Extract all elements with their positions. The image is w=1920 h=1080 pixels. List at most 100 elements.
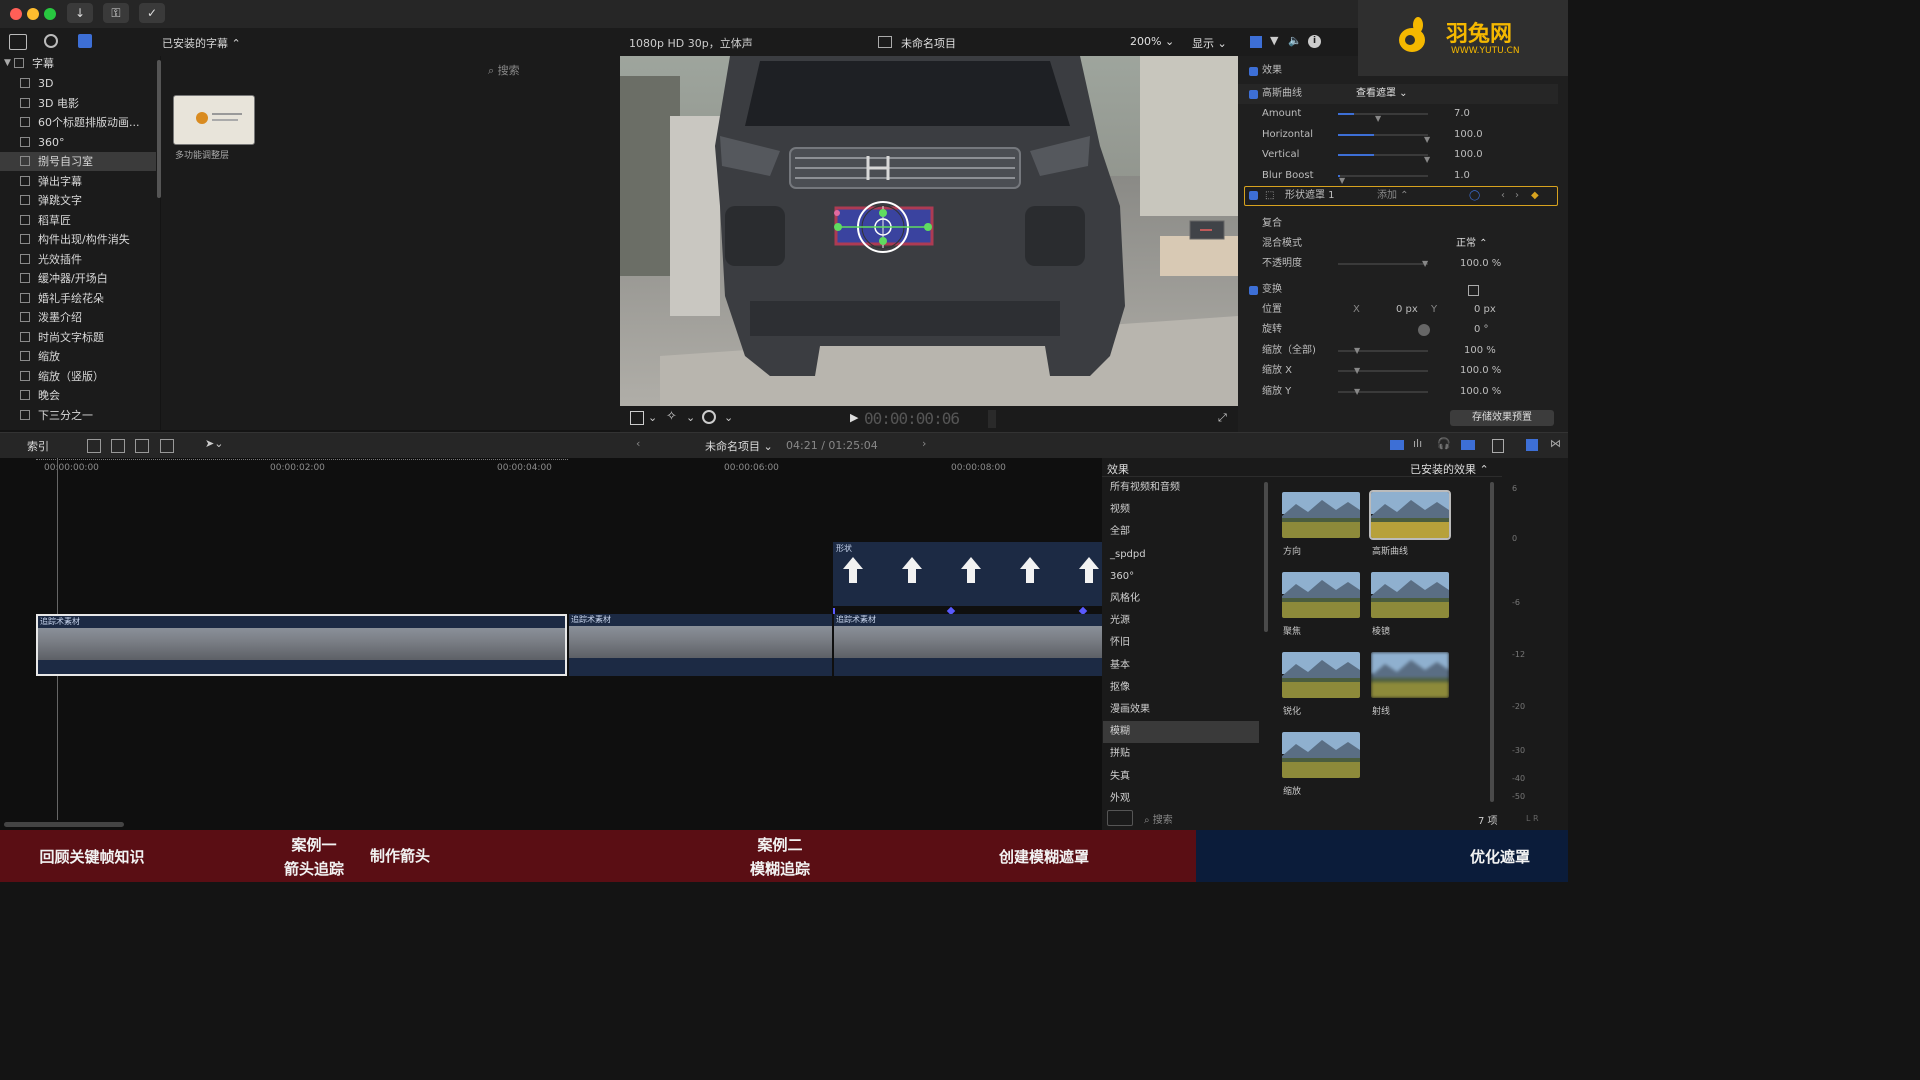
sidebar-item[interactable]: 弹出字幕: [0, 172, 156, 191]
sidebar-item[interactable]: 3D 电影: [0, 94, 156, 113]
effects-toggle-icon[interactable]: [1526, 439, 1538, 451]
effects-checkbox[interactable]: [1249, 67, 1258, 76]
opacity-slider[interactable]: [1338, 263, 1428, 265]
effects-category[interactable]: 光源: [1103, 610, 1259, 632]
append-clip-icon[interactable]: [135, 439, 149, 453]
sidebar-toggle-icon[interactable]: [1107, 810, 1133, 826]
gaussian-checkbox[interactable]: [1249, 90, 1258, 99]
param-value[interactable]: 7.0: [1454, 104, 1470, 124]
view-mask-dropdown[interactable]: 查看遮罩 ⌄: [1356, 84, 1408, 104]
param-slider[interactable]: ▼: [1338, 113, 1428, 123]
effect-thumbnail[interactable]: [1369, 490, 1451, 540]
param-value[interactable]: 1.0: [1454, 166, 1470, 186]
slider-knob-icon[interactable]: ▼: [1422, 254, 1428, 274]
sidebar-item[interactable]: 光效插件: [0, 250, 156, 269]
sidebar-item[interactable]: 360°: [0, 133, 156, 152]
param-value[interactable]: 100.0: [1454, 125, 1483, 145]
browser-search[interactable]: ⌕ 搜索: [488, 62, 520, 78]
pos-x-value[interactable]: 0 px: [1396, 300, 1418, 320]
effects-category[interactable]: 抠像: [1103, 677, 1259, 699]
mask-shape-icon[interactable]: ◯: [1469, 187, 1480, 205]
param-slider[interactable]: ▼: [1338, 154, 1430, 164]
music-photo-icon[interactable]: [44, 34, 58, 48]
scale-y-slider[interactable]: [1338, 391, 1428, 393]
param-value[interactable]: 100.0: [1454, 145, 1483, 165]
sidebar-item[interactable]: 稻草匠: [0, 211, 156, 230]
headphones-icon[interactable]: 🎧: [1437, 437, 1451, 450]
scale-x-value[interactable]: 100.0 %: [1460, 361, 1501, 381]
effects-category[interactable]: 风格化: [1103, 588, 1259, 610]
titles-generators-icon[interactable]: [78, 34, 92, 48]
sidebar-item[interactable]: 60个标题排版动画...: [0, 113, 156, 132]
timeline-scrollbar[interactable]: [4, 822, 124, 827]
chevron-down-icon[interactable]: ⌄: [686, 411, 695, 424]
snapping-icon[interactable]: [1461, 440, 1475, 450]
effects-category[interactable]: 拼贴: [1103, 743, 1259, 765]
sidebar-item[interactable]: 婚礼手绘花朵: [0, 289, 156, 308]
clapper-icon[interactable]: [9, 34, 27, 50]
effects-category[interactable]: 怀旧: [1103, 632, 1259, 654]
scale-y-value[interactable]: 100.0 %: [1460, 382, 1501, 402]
installed-titles-dropdown[interactable]: 已安装的字幕 ⌃: [162, 35, 241, 51]
key-icon[interactable]: ⚿: [103, 3, 129, 23]
slider-knob-icon[interactable]: ▼: [1354, 361, 1360, 381]
color-inspector-icon[interactable]: ▼: [1270, 34, 1278, 47]
scale-x-slider[interactable]: [1338, 370, 1428, 372]
effects-category[interactable]: _spdpd: [1103, 544, 1259, 566]
slider-knob-icon[interactable]: ▼: [1354, 341, 1360, 361]
video-inspector-icon[interactable]: [1250, 36, 1262, 48]
download-icon[interactable]: ↓: [67, 3, 93, 23]
index-button[interactable]: 索引: [27, 438, 49, 454]
rotation-value[interactable]: 0 °: [1474, 320, 1489, 340]
zoom-dropdown[interactable]: 200% ⌄: [1130, 35, 1174, 48]
sidebar-item[interactable]: 捌号自习室: [0, 152, 156, 171]
transform-overlay-icon[interactable]: [1468, 285, 1479, 296]
sidebar-item[interactable]: 缩放: [0, 347, 156, 366]
shape-mask-checkbox[interactable]: [1249, 191, 1258, 200]
effect-thumbnail[interactable]: [1282, 732, 1360, 778]
effects-browser-icon[interactable]: [1492, 439, 1504, 453]
waveform-icon[interactable]: ılı: [1413, 437, 1422, 450]
speed-icon[interactable]: [702, 410, 716, 424]
opacity-value[interactable]: 100.0 %: [1460, 254, 1501, 274]
effects-category[interactable]: 基本: [1103, 655, 1259, 677]
effect-thumbnail[interactable]: [1282, 652, 1360, 698]
disclosure-triangle-icon[interactable]: ▼: [4, 56, 11, 73]
timeline-project-dropdown[interactable]: 未命名项目 ⌄: [705, 438, 773, 454]
audio-inspector-icon[interactable]: 🔈: [1288, 34, 1302, 47]
timeline-ruler[interactable]: 00:00:00:00 00:00:02:00 00:00:04:00 00:0…: [0, 458, 1102, 474]
sidebar-item[interactable]: 缓冲器/开场白: [0, 269, 156, 288]
effect-thumbnail[interactable]: [1282, 572, 1360, 618]
transform-tool-icon[interactable]: [630, 411, 644, 425]
scale-all-slider[interactable]: [1338, 350, 1428, 352]
slider-knob-icon[interactable]: ▼: [1354, 382, 1360, 402]
magic-wand-icon[interactable]: ✧: [666, 409, 677, 424]
param-slider[interactable]: ▼: [1338, 174, 1428, 185]
pos-y-value[interactable]: 0 px: [1474, 300, 1496, 320]
zoom-window-button[interactable]: [44, 8, 56, 20]
clip-appearance-icon[interactable]: [1390, 440, 1404, 450]
sidebar-item[interactable]: 3D: [0, 74, 156, 93]
info-icon[interactable]: i: [1308, 35, 1321, 48]
select-tool-icon[interactable]: ➤⌄: [205, 437, 223, 450]
add-dropdown[interactable]: 添加 ⌃: [1377, 187, 1409, 205]
forward-icon[interactable]: ›: [922, 437, 926, 450]
sidebar-item[interactable]: 泼墨介绍: [0, 308, 156, 327]
effect-thumbnail[interactable]: [1282, 492, 1360, 538]
title-thumbnail[interactable]: [173, 95, 255, 145]
effects-category[interactable]: 漫画效果: [1103, 699, 1259, 721]
fullscreen-icon[interactable]: ⤢: [1218, 411, 1227, 425]
categories-scrollbar[interactable]: [1264, 482, 1268, 632]
insert-clip-icon[interactable]: [111, 439, 125, 453]
transitions-icon[interactable]: ⋈: [1550, 437, 1561, 450]
prev-keyframe-icon[interactable]: ‹: [1501, 187, 1505, 205]
save-preset-button[interactable]: 存储效果预置: [1450, 410, 1554, 426]
installed-effects-dropdown[interactable]: 已安装的效果 ⌃: [1410, 461, 1489, 477]
next-keyframe-icon[interactable]: ›: [1515, 187, 1519, 205]
video-viewer[interactable]: [620, 56, 1238, 406]
chevron-down-icon[interactable]: ⌄: [648, 411, 657, 424]
overwrite-clip-icon[interactable]: [160, 439, 174, 453]
play-icon[interactable]: ▶: [850, 411, 858, 424]
effects-category[interactable]: 视频: [1103, 499, 1259, 521]
close-window-button[interactable]: [10, 8, 22, 20]
